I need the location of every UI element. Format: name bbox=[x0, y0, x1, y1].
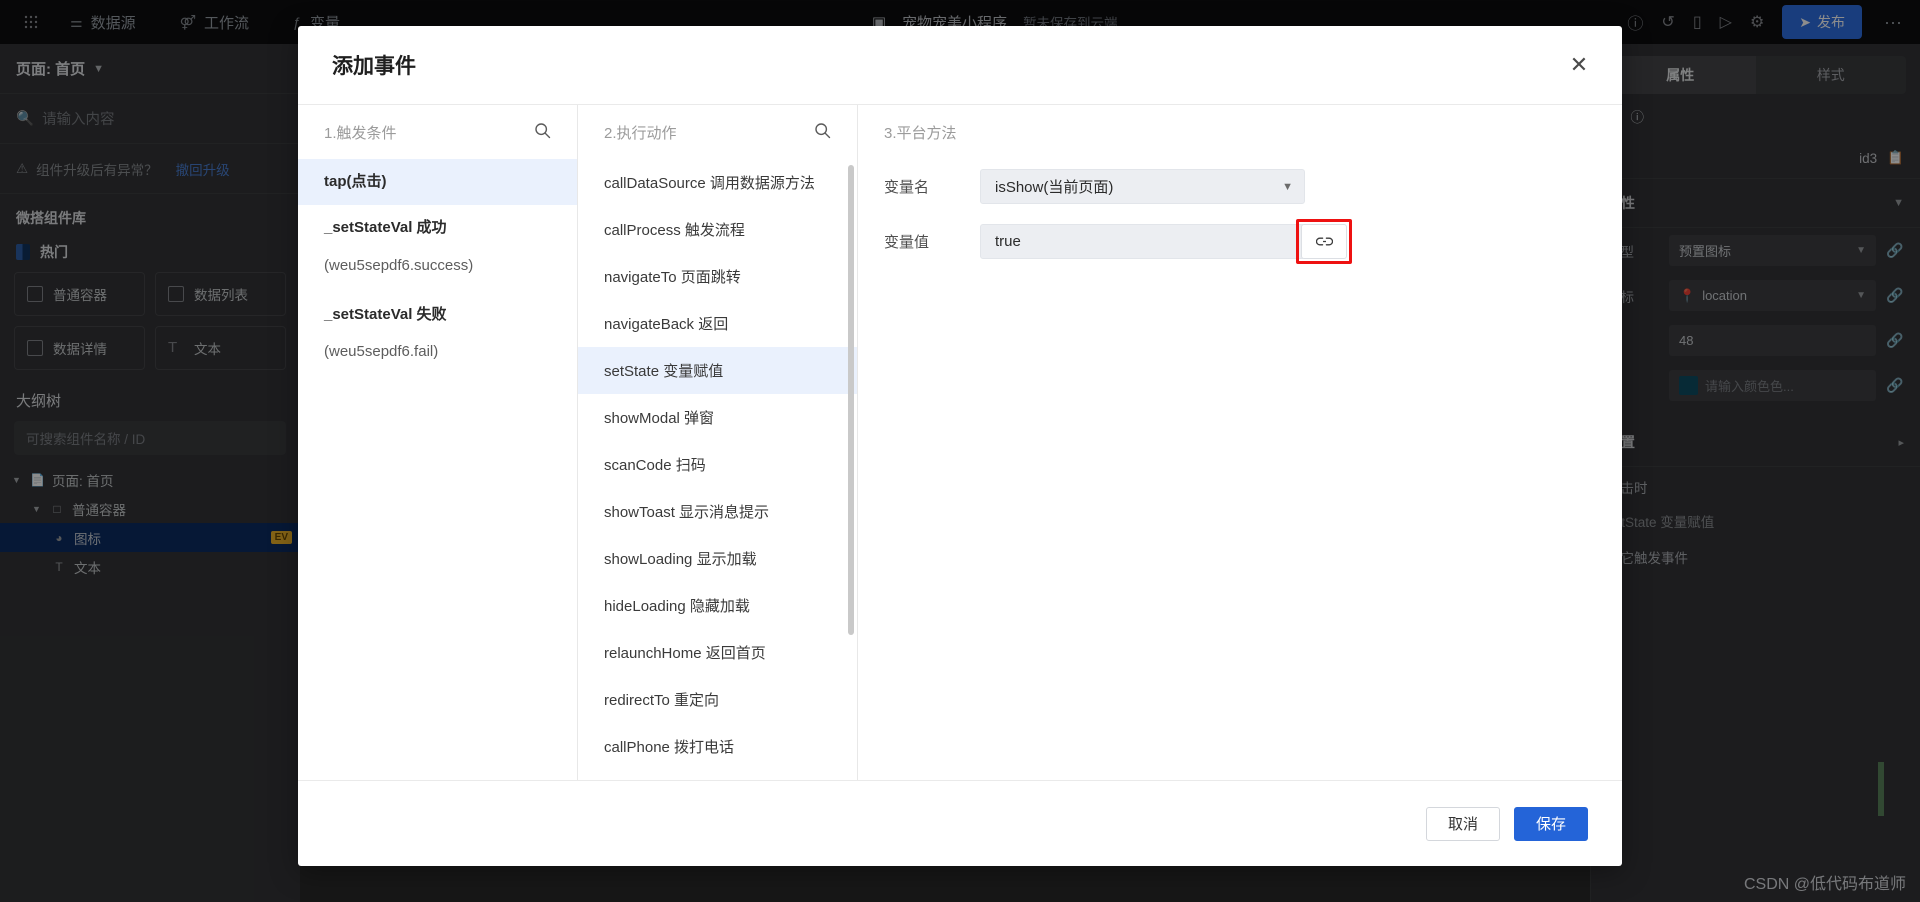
close-icon[interactable]: ✕ bbox=[1566, 54, 1592, 80]
form-row-variable-value: 变量值 true bbox=[858, 214, 1622, 269]
action-item[interactable]: showToast 显示消息提示 bbox=[578, 488, 857, 535]
variable-name-label: 变量名 bbox=[884, 176, 980, 197]
variable-name-control: isShow(当前页面) ▼ bbox=[980, 169, 1305, 204]
trigger-item-setstateval-fail[interactable]: _setStateVal 失败 bbox=[298, 292, 577, 338]
platform-column: 3.平台方法 变量名 isShow(当前页面) ▼ 变量值 bbox=[858, 105, 1622, 780]
dialog-header: 添加事件 ✕ bbox=[298, 26, 1622, 104]
platform-heading: 3.平台方法 bbox=[884, 122, 957, 143]
actions-heading: 2.执行动作 bbox=[604, 122, 677, 143]
search-icon[interactable] bbox=[814, 122, 831, 143]
search-icon[interactable] bbox=[534, 122, 551, 143]
trigger-item-label: tap(点击) bbox=[324, 173, 387, 190]
action-item[interactable]: showModal 弹窗 bbox=[578, 394, 857, 441]
dialog-body: 1.触发条件 tap(点击) _setStateVal 成功 (weu5sepd… bbox=[298, 104, 1622, 780]
action-item[interactable]: callDataSource 调用数据源方法 bbox=[578, 159, 857, 206]
action-item[interactable]: showLoading 显示加载 bbox=[578, 535, 857, 582]
trigger-item-tap[interactable]: tap(点击) bbox=[298, 159, 577, 205]
variable-value-input[interactable]: true bbox=[980, 224, 1305, 259]
trigger-item-setstateval-success-sub: (weu5sepdf6.success) bbox=[298, 252, 577, 292]
triggers-list: tap(点击) _setStateVal 成功 (weu5sepdf6.succ… bbox=[298, 159, 577, 780]
trigger-item-label: _setStateVal 失败 bbox=[324, 306, 447, 323]
platform-form: 变量名 isShow(当前页面) ▼ 变量值 true bbox=[858, 159, 1622, 269]
add-event-dialog: 添加事件 ✕ 1.触发条件 tap(点击) bbox=[298, 26, 1622, 866]
link-icon[interactable] bbox=[1301, 224, 1347, 259]
app-root: ⚌ 数据源 ⚤ 工作流 ƒ 变量 ▣ 宠物宠美小程序 暂未保存到云端 ⓘ ↺ ▯… bbox=[0, 0, 1920, 902]
variable-name-value: isShow(当前页面) bbox=[995, 176, 1113, 197]
trigger-item-label: _setStateVal 成功 bbox=[324, 219, 447, 236]
actions-list[interactable]: callDataSource 调用数据源方法 callProcess 触发流程 … bbox=[578, 159, 857, 780]
platform-heading-row: 3.平台方法 bbox=[858, 105, 1622, 159]
save-button[interactable]: 保存 bbox=[1514, 807, 1588, 841]
action-item[interactable]: callPhone 拨打电话 bbox=[578, 723, 857, 770]
actions-heading-row: 2.执行动作 bbox=[578, 105, 857, 159]
action-item[interactable]: navigateBack 返回 bbox=[578, 300, 857, 347]
variable-value-label: 变量值 bbox=[884, 231, 980, 252]
actions-scrollbar[interactable] bbox=[848, 165, 854, 635]
dialog-footer: 取消 保存 bbox=[298, 780, 1622, 866]
triggers-heading: 1.触发条件 bbox=[324, 122, 397, 143]
action-item[interactable]: scanCode 扫码 bbox=[578, 441, 857, 488]
trigger-item-setstateval-success[interactable]: _setStateVal 成功 bbox=[298, 205, 577, 251]
action-item[interactable]: navigateTo 页面跳转 bbox=[578, 253, 857, 300]
form-row-variable-name: 变量名 isShow(当前页面) ▼ bbox=[858, 159, 1622, 214]
variable-name-select[interactable]: isShow(当前页面) bbox=[980, 169, 1305, 204]
triggers-column: 1.触发条件 tap(点击) _setStateVal 成功 (weu5sepd… bbox=[298, 105, 578, 780]
actions-column: 2.执行动作 callDataSource 调用数据源方法 callProces… bbox=[578, 105, 858, 780]
action-item[interactable]: hideLoading 隐藏加载 bbox=[578, 582, 857, 629]
action-item[interactable]: callProcess 触发流程 bbox=[578, 206, 857, 253]
triggers-heading-row: 1.触发条件 bbox=[298, 105, 577, 159]
trigger-item-setstateval-fail-sub: (weu5sepdf6.fail) bbox=[298, 338, 577, 378]
variable-value-text: true bbox=[995, 233, 1021, 250]
action-item-setstate[interactable]: setState 变量赋值 bbox=[578, 347, 857, 394]
cancel-button[interactable]: 取消 bbox=[1426, 807, 1500, 841]
chevron-down-icon: ▼ bbox=[1282, 181, 1293, 193]
variable-value-control: true bbox=[980, 224, 1305, 259]
action-item[interactable]: relaunchHome 返回首页 bbox=[578, 629, 857, 676]
dialog-title: 添加事件 bbox=[332, 50, 416, 80]
action-item[interactable]: redirectTo 重定向 bbox=[578, 676, 857, 723]
